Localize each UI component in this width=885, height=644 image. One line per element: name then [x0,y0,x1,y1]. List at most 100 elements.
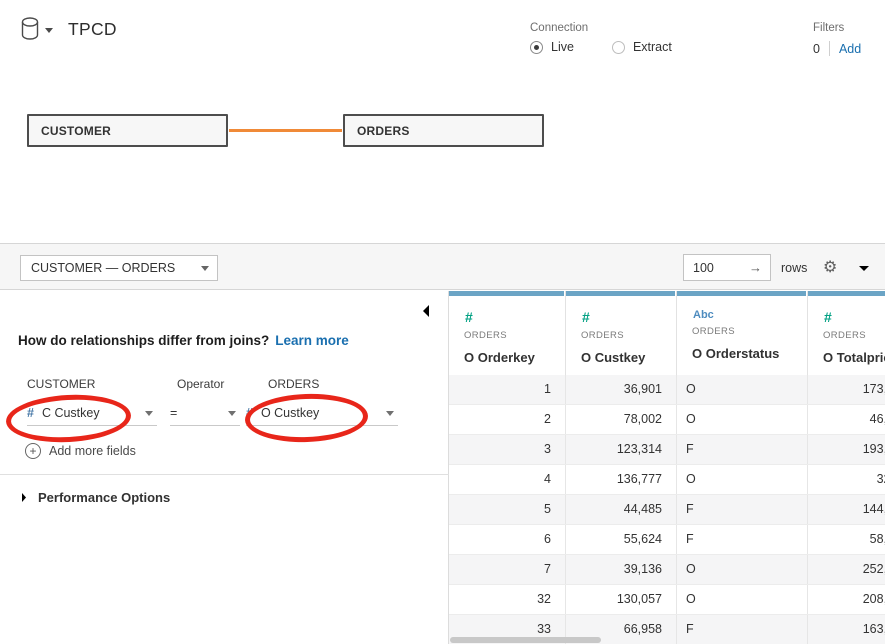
table-cell: 173,6 [808,375,885,404]
connection-section: Connection Live Extract [530,22,672,54]
column-field-label: O Totalprice [823,350,885,365]
datasource-brand: TPCD [20,16,117,42]
radio-live[interactable]: Live [530,40,574,54]
table-cell: O [677,465,808,494]
filters-count: 0 [813,42,820,56]
collapse-panel-chevron-icon[interactable] [421,303,431,319]
table-cell: O [677,585,808,614]
radio-extract-label: Extract [633,40,672,54]
relationship-editor-area: How do relationships differ from joins?L… [0,291,885,644]
database-menu-caret-icon[interactable] [45,28,53,33]
column-accent-bar [566,291,675,296]
column-field-label: O Custkey [581,350,676,365]
table-row: 655,624F58,7 [449,525,885,555]
gear-icon[interactable]: ⚙ [823,257,837,276]
column-accent-bar [449,291,564,296]
column-header[interactable]: # ORDERS O Custkey [566,291,677,375]
operator-value: = [170,406,177,420]
column-field-label: O Orderstatus [692,346,807,361]
apply-rows-arrow-icon[interactable]: → [749,260,770,275]
column-accent-bar [677,291,806,296]
left-table-label: CUSTOMER [27,377,95,391]
connection-label: Connection [530,22,672,34]
column-header[interactable]: #ORDERSO Orderkey [449,291,566,375]
radio-extract[interactable]: Extract [612,40,672,54]
column-field-label: O Orderkey [464,350,565,365]
filters-divider [829,41,830,56]
text-field-icon: Abc [693,309,807,321]
add-more-fields-button[interactable]: + Add more fields [25,443,136,459]
right-table-label: ORDERS [268,377,319,391]
table-cell: 208,6 [808,585,885,614]
table-cell: 2 [449,405,566,434]
radio-live-icon[interactable] [530,41,543,54]
radio-extract-icon[interactable] [612,41,625,54]
operator-dropdown[interactable]: = [170,401,240,426]
filters-section: Filters 0 Add [813,22,861,56]
table-cell: 4 [449,465,566,494]
rows-unit-label: rows [781,261,807,275]
horizontal-scrollbar[interactable] [450,637,601,643]
table-cell: 130,057 [566,585,677,614]
table-row: 739,136O252,0 [449,555,885,585]
table-cell: 193,8 [808,435,885,464]
table-cell: 136,777 [566,465,677,494]
chevron-down-icon [228,411,236,416]
performance-options-label: Performance Options [38,490,170,505]
table-cell: 78,002 [566,405,677,434]
preview-toolbar: CUSTOMER — ORDERS → rows ⚙ [0,243,885,290]
chevron-down-icon [145,411,153,416]
database-icon[interactable] [20,16,42,42]
canvas-table-orders[interactable]: ORDERS [343,114,544,147]
radio-live-label: Live [551,40,574,54]
collapse-preview-chevron-icon[interactable] [857,264,871,273]
table-row: 32130,057O208,6 [449,585,885,615]
performance-options-toggle[interactable]: Performance Options [20,490,170,505]
table-cell: 32 [449,585,566,614]
left-field-name: C Custkey [42,406,100,420]
relationship-selector-label: CUSTOMER — ORDERS [31,261,175,275]
chevron-down-icon [386,411,394,416]
chevron-right-icon [20,491,28,504]
table-row: 136,901O173,6 [449,375,885,405]
relationship-panel: How do relationships differ from joins?L… [0,291,449,644]
canvas-table-orders-label: ORDERS [357,124,410,138]
right-field-name: O Custkey [261,406,319,420]
left-field-dropdown[interactable]: # C Custkey [27,401,157,426]
table-cell: 252,0 [808,555,885,584]
canvas-table-customer[interactable]: CUSTOMER [27,114,228,147]
plus-circle-icon: + [25,443,41,459]
row-count-input[interactable] [684,261,742,275]
relationship-selector[interactable]: CUSTOMER — ORDERS [20,255,218,281]
table-cell: 39,136 [566,555,677,584]
table-cell: 123,314 [566,435,677,464]
table-cell: F [677,435,808,464]
table-cell: O [677,405,808,434]
learn-more-link[interactable]: Learn more [275,333,349,348]
number-field-icon: # [582,309,676,325]
table-cell: 36,901 [566,375,677,404]
table-cell: F [677,495,808,524]
grid-header: #ORDERSO Orderkey#ORDERSO CustkeyAbcORDE… [449,291,885,375]
panel-divider [0,474,449,475]
table-row: 544,485F144,6 [449,495,885,525]
number-field-icon: # [246,406,253,420]
right-field-dropdown[interactable]: # O Custkey [246,401,398,426]
table-row: 4136,777O32, [449,465,885,495]
operator-label: Operator [177,377,224,391]
add-more-fields-label: Add more fields [49,444,136,458]
column-table-label: ORDERS [581,330,676,341]
table-cell: 1 [449,375,566,404]
number-field-icon: # [27,406,34,420]
column-table-label: ORDERS [464,330,565,341]
table-row: 278,002O46,9 [449,405,885,435]
relationship-noodle[interactable] [229,129,342,132]
datasource-title[interactable]: TPCD [68,19,117,40]
column-header[interactable]: #ORDERSO Totalprice [808,291,885,375]
table-cell: F [677,615,808,644]
grid-body: 136,901O173,6278,002O46,93123,314F193,84… [449,375,885,644]
table-cell: O [677,555,808,584]
add-filter-button[interactable]: Add [839,42,861,56]
column-header[interactable]: AbcORDERSO Orderstatus [677,291,808,375]
table-cell: 3 [449,435,566,464]
